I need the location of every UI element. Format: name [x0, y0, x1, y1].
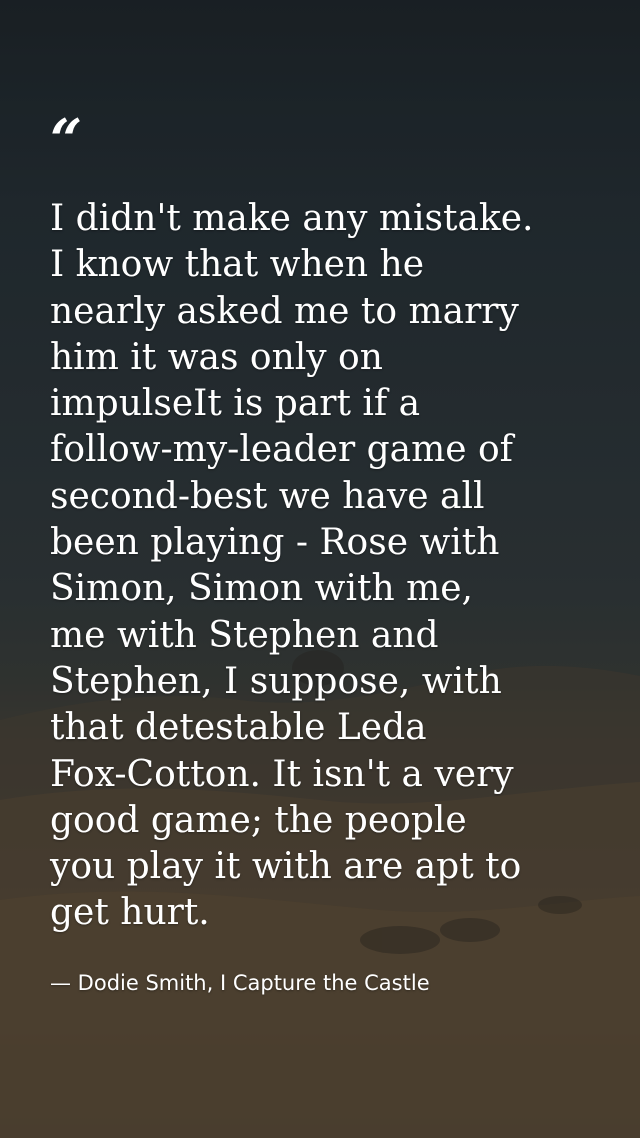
- quote-mark-icon: “: [50, 107, 83, 173]
- quote-text: I didn't make any mistake. I know that w…: [50, 198, 534, 934]
- quote-card: “ I didn't make any mistake. I know that…: [0, 0, 640, 1138]
- quote-attribution: — Dodie Smith, I Capture the Castle: [50, 971, 430, 995]
